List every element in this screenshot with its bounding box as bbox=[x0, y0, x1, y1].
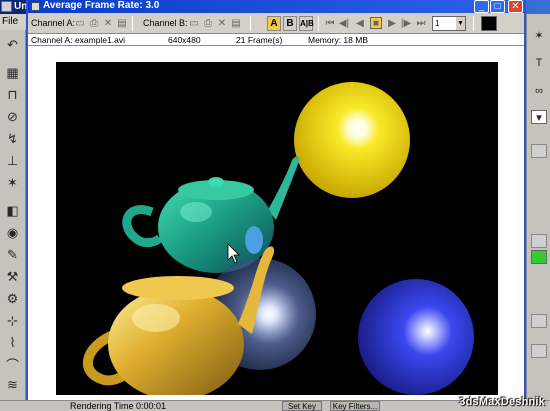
save-b-icon[interactable]: ▭ bbox=[188, 17, 200, 29]
panel-button[interactable] bbox=[531, 314, 547, 328]
wrench-icon[interactable]: ⚒ bbox=[4, 268, 21, 285]
split-ab-toggle[interactable]: A|B bbox=[299, 16, 314, 31]
frame-buffer-viewport bbox=[28, 46, 524, 400]
toolbar-separator bbox=[250, 16, 251, 31]
toolbar-separator bbox=[318, 16, 319, 31]
left-toolbar: ↶ ▦ ⊓ ⊘ ↯ ⊥ ✶ ◧ ◉ ✎ ⚒ ⚙ ⊹ ⌇ ⌒ ≋ bbox=[0, 30, 26, 400]
last-frame-icon[interactable]: ⏭ bbox=[415, 17, 427, 29]
frame-select-value: 1 bbox=[435, 19, 440, 28]
window-icon bbox=[31, 2, 40, 11]
bend-icon[interactable]: ⌒ bbox=[4, 356, 21, 373]
chevron-down-icon[interactable]: ▼ bbox=[456, 17, 465, 30]
pencil-icon[interactable]: ✎ bbox=[4, 246, 21, 263]
key-filters-button[interactable]: Key Filters... bbox=[330, 401, 380, 411]
panel-button[interactable] bbox=[531, 144, 547, 158]
info-bar: Channel A: example1.avi 640x480 21 Frame… bbox=[28, 34, 524, 46]
frame-buffer-window: Average Frame Rate: 3.0 _ □ ✕ Channel A:… bbox=[26, 0, 526, 400]
play-icon[interactable]: ▶ bbox=[386, 17, 398, 29]
print-b-icon[interactable]: ⎙ bbox=[202, 17, 214, 29]
render-time-status: Rendering Time 0:00:01 bbox=[70, 401, 167, 411]
memory-info: Memory: 18 MB bbox=[308, 35, 368, 45]
toolbar-separator bbox=[473, 16, 474, 31]
link-icon[interactable]: ∞ bbox=[531, 84, 547, 98]
window-title-bar[interactable]: Average Frame Rate: 3.0 _ □ ✕ bbox=[28, 0, 524, 13]
dropdown-icon[interactable]: ▾ bbox=[531, 110, 547, 124]
stop-icon[interactable]: ■ bbox=[370, 17, 382, 29]
material-editor-icon[interactable]: ◉ bbox=[4, 224, 21, 241]
menu-file[interactable]: File bbox=[2, 16, 18, 27]
frame-buffer-toolbar: Channel A: ▭ ⎙ ✕ ▤ Channel B: ▭ ⎙ ✕ ▤ A … bbox=[28, 13, 524, 34]
modify-icon[interactable]: ⊓ bbox=[4, 86, 21, 103]
hammer-icon[interactable]: T bbox=[531, 56, 547, 70]
copy-b-icon[interactable]: ▤ bbox=[230, 17, 242, 29]
color-swatch[interactable] bbox=[481, 16, 497, 31]
panel-button[interactable] bbox=[531, 344, 547, 358]
app-menubar: File bbox=[0, 14, 26, 30]
brush-icon[interactable]: ⌇ bbox=[4, 334, 21, 351]
channel-a-toggle[interactable]: A bbox=[267, 16, 281, 31]
channel-b-toggle[interactable]: B bbox=[283, 16, 297, 31]
frames-info: 21 Frame(s) bbox=[236, 35, 283, 45]
display-icon[interactable]: ⊥ bbox=[4, 152, 21, 169]
channel-b-label: Channel B: bbox=[143, 18, 188, 28]
axis-icon[interactable]: ⊹ bbox=[4, 312, 21, 329]
clear-b-icon[interactable]: ✕ bbox=[216, 17, 228, 29]
motion-icon[interactable]: ↯ bbox=[4, 130, 21, 147]
reverse-play-icon[interactable]: ◀ bbox=[354, 17, 366, 29]
wave-icon[interactable]: ≋ bbox=[4, 376, 21, 393]
create-geometry-icon[interactable]: ▦ bbox=[4, 64, 21, 81]
undo-icon[interactable]: ↶ bbox=[4, 36, 21, 53]
set-key-button[interactable]: Set Key bbox=[282, 401, 322, 411]
print-icon[interactable]: ⎙ bbox=[88, 17, 100, 29]
render-image[interactable] bbox=[56, 62, 498, 395]
render-scene-icon[interactable]: ◧ bbox=[4, 202, 21, 219]
yellow-sphere bbox=[294, 82, 410, 198]
channel-a-label: Channel A: bbox=[31, 18, 76, 28]
toolbar-separator bbox=[132, 16, 133, 31]
channel-info: Channel A: example1.avi bbox=[31, 35, 126, 45]
app-icon bbox=[1, 1, 12, 12]
hierarchy-icon[interactable]: ⊘ bbox=[4, 108, 21, 125]
command-panel: ✶ T ∞ ▾ bbox=[526, 14, 550, 400]
maximize-button[interactable]: □ bbox=[490, 0, 505, 13]
utilities-icon[interactable]: ✶ bbox=[4, 174, 21, 191]
create-icon[interactable]: ✶ bbox=[531, 28, 547, 42]
blue-sphere bbox=[358, 279, 474, 395]
next-frame-icon[interactable]: |▶ bbox=[400, 17, 412, 29]
prev-frame-icon[interactable]: ◀| bbox=[338, 17, 350, 29]
gear-icon[interactable]: ⚙ bbox=[4, 290, 21, 307]
frame-select-dropdown[interactable]: 1 ▼ bbox=[432, 16, 466, 31]
watermark: 3dsMaxDeshnik bbox=[459, 396, 545, 408]
minimize-button[interactable]: _ bbox=[474, 0, 489, 13]
copy-icon[interactable]: ▤ bbox=[116, 17, 128, 29]
color-swatch[interactable] bbox=[531, 250, 547, 264]
resolution-info: 640x480 bbox=[168, 35, 201, 45]
clear-icon[interactable]: ✕ bbox=[102, 17, 114, 29]
window-title: Average Frame Rate: 3.0 bbox=[43, 0, 160, 11]
save-icon[interactable]: ▭ bbox=[74, 17, 86, 29]
close-button[interactable]: ✕ bbox=[508, 0, 523, 13]
first-frame-icon[interactable]: ⏮ bbox=[324, 17, 336, 29]
panel-button[interactable] bbox=[531, 234, 547, 248]
